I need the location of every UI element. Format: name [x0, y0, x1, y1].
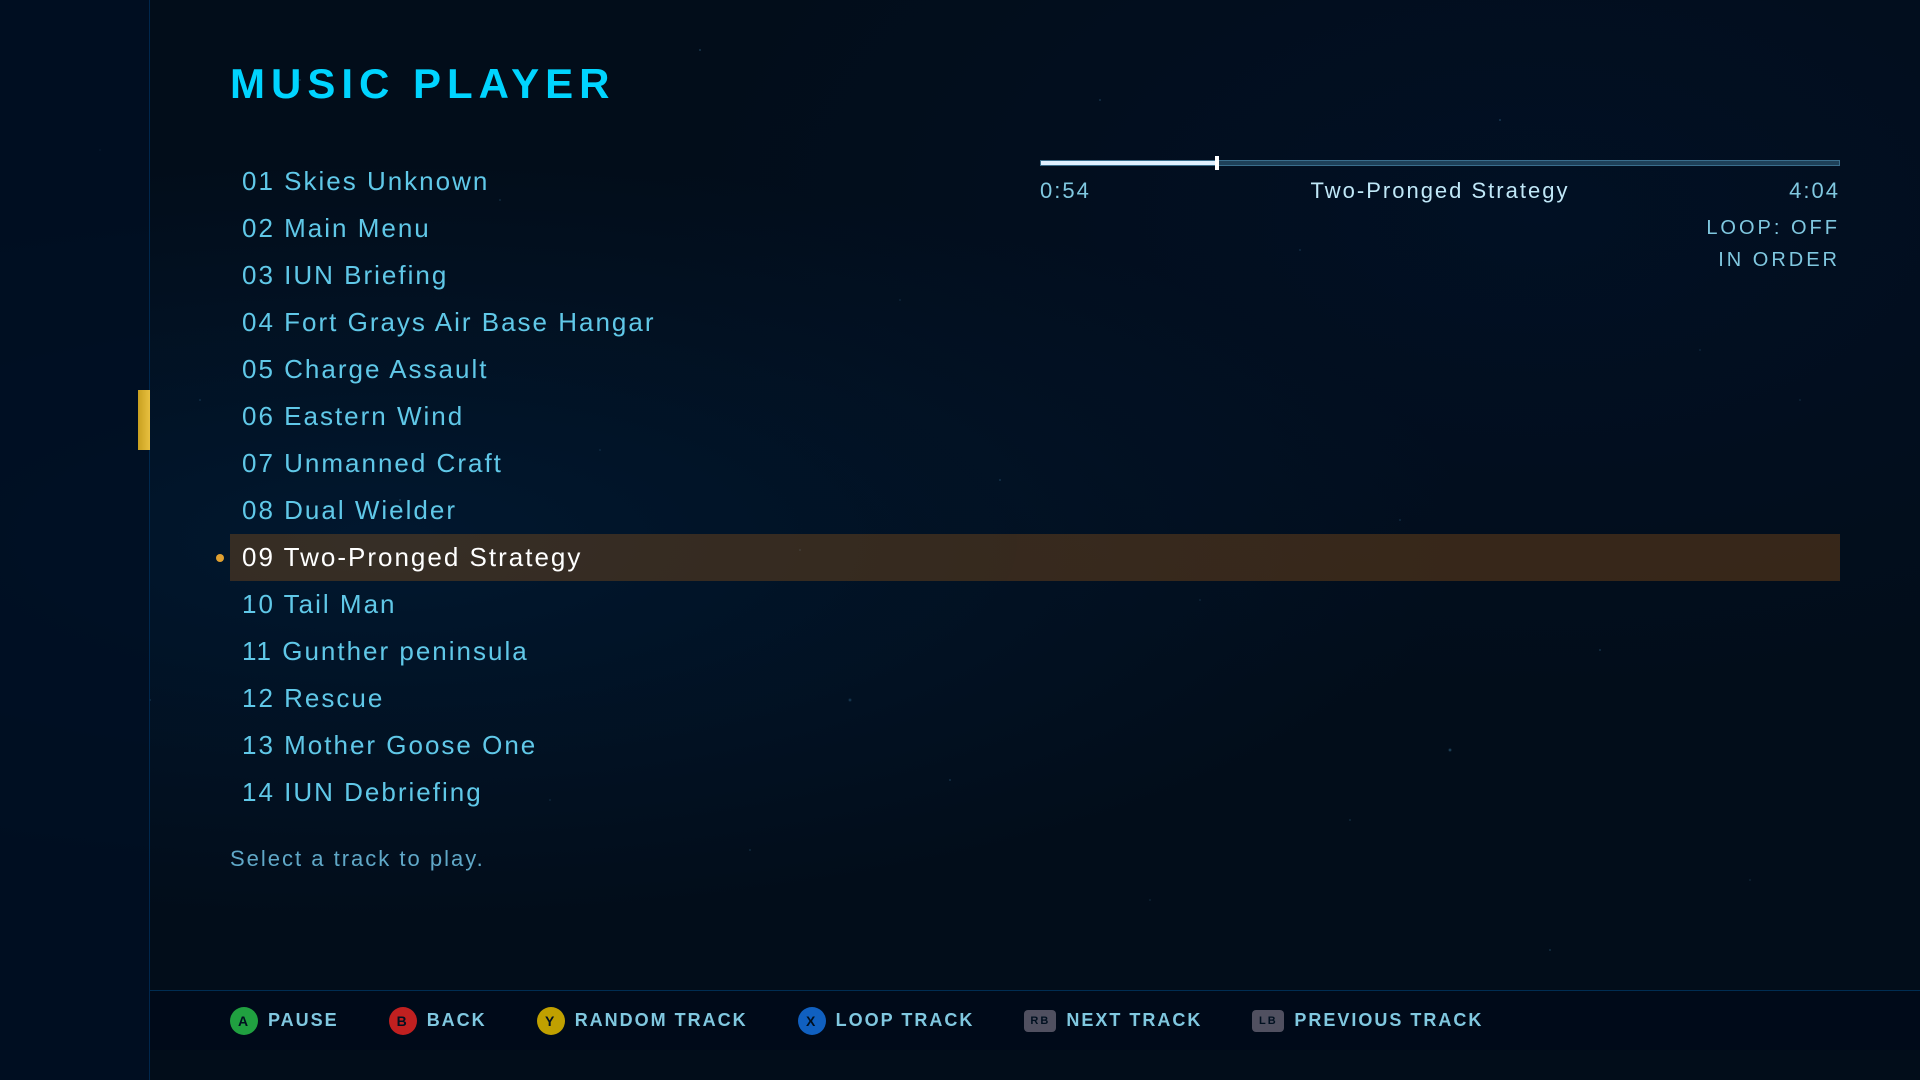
control-next-track[interactable]: RB NEXT TRACK [1024, 1010, 1202, 1032]
main-content: MUSIC PLAYER 01 Skies Unknown02 Main Men… [150, 0, 1920, 1080]
player-area: 0:54 Two-Pronged Strategy 4:04 LOOP: OFF… [1040, 160, 1840, 276]
button-y: Y [537, 1007, 565, 1035]
control-previous-track[interactable]: LB PREVIOUS TRACK [1252, 1010, 1483, 1032]
button-x: X [798, 1007, 826, 1035]
track-item-10[interactable]: 10 Tail Man [230, 581, 1840, 628]
button-b: B [389, 1007, 417, 1035]
sidebar-active-indicator [138, 390, 150, 450]
button-a: A [230, 1007, 258, 1035]
order-status: IN ORDER [1040, 244, 1840, 276]
control-label: NEXT TRACK [1066, 1010, 1202, 1031]
track-item-08[interactable]: 08 Dual Wielder [230, 487, 1840, 534]
select-hint: Select a track to play. [230, 846, 1840, 872]
bottom-controls: A PAUSE B BACK Y RANDOM TRACK X LOOP TRACK RB NEX… [150, 990, 1920, 1050]
player-total-time: 4:04 [1789, 178, 1840, 204]
progress-bar-fill [1041, 161, 1217, 165]
track-item-14[interactable]: 14 IUN Debriefing [230, 769, 1840, 816]
track-item-05[interactable]: 05 Charge Assault [230, 346, 1840, 393]
loop-status: LOOP: OFF [1040, 212, 1840, 244]
track-item-07[interactable]: 07 Unmanned Craft [230, 440, 1840, 487]
player-settings: LOOP: OFF IN ORDER [1040, 212, 1840, 276]
page-title: MUSIC PLAYER [230, 60, 1840, 108]
progress-bar-container[interactable] [1040, 160, 1840, 166]
player-time-row: 0:54 Two-Pronged Strategy 4:04 [1040, 178, 1840, 204]
track-item-12[interactable]: 12 Rescue [230, 675, 1840, 722]
track-item-11[interactable]: 11 Gunther peninsula [230, 628, 1840, 675]
control-back[interactable]: B BACK [389, 1007, 487, 1035]
track-item-13[interactable]: 13 Mother Goose One [230, 722, 1840, 769]
sidebar [0, 0, 150, 1080]
control-label: LOOP TRACK [836, 1010, 975, 1031]
player-track-name: Two-Pronged Strategy [1311, 178, 1570, 204]
control-random-track[interactable]: Y RANDOM TRACK [537, 1007, 748, 1035]
bumper-rb: RB [1024, 1010, 1056, 1032]
control-label: PREVIOUS TRACK [1294, 1010, 1483, 1031]
player-current-time: 0:54 [1040, 178, 1091, 204]
control-label: RANDOM TRACK [575, 1010, 748, 1031]
control-label: PAUSE [268, 1010, 339, 1031]
control-pause[interactable]: A PAUSE [230, 1007, 339, 1035]
control-label: BACK [427, 1010, 487, 1031]
control-loop-track[interactable]: X LOOP TRACK [798, 1007, 975, 1035]
track-item-06[interactable]: 06 Eastern Wind [230, 393, 1840, 440]
track-item-04[interactable]: 04 Fort Grays Air Base Hangar [230, 299, 1840, 346]
track-item-09[interactable]: 09 Two-Pronged Strategy [230, 534, 1840, 581]
bumper-lb: LB [1252, 1010, 1284, 1032]
